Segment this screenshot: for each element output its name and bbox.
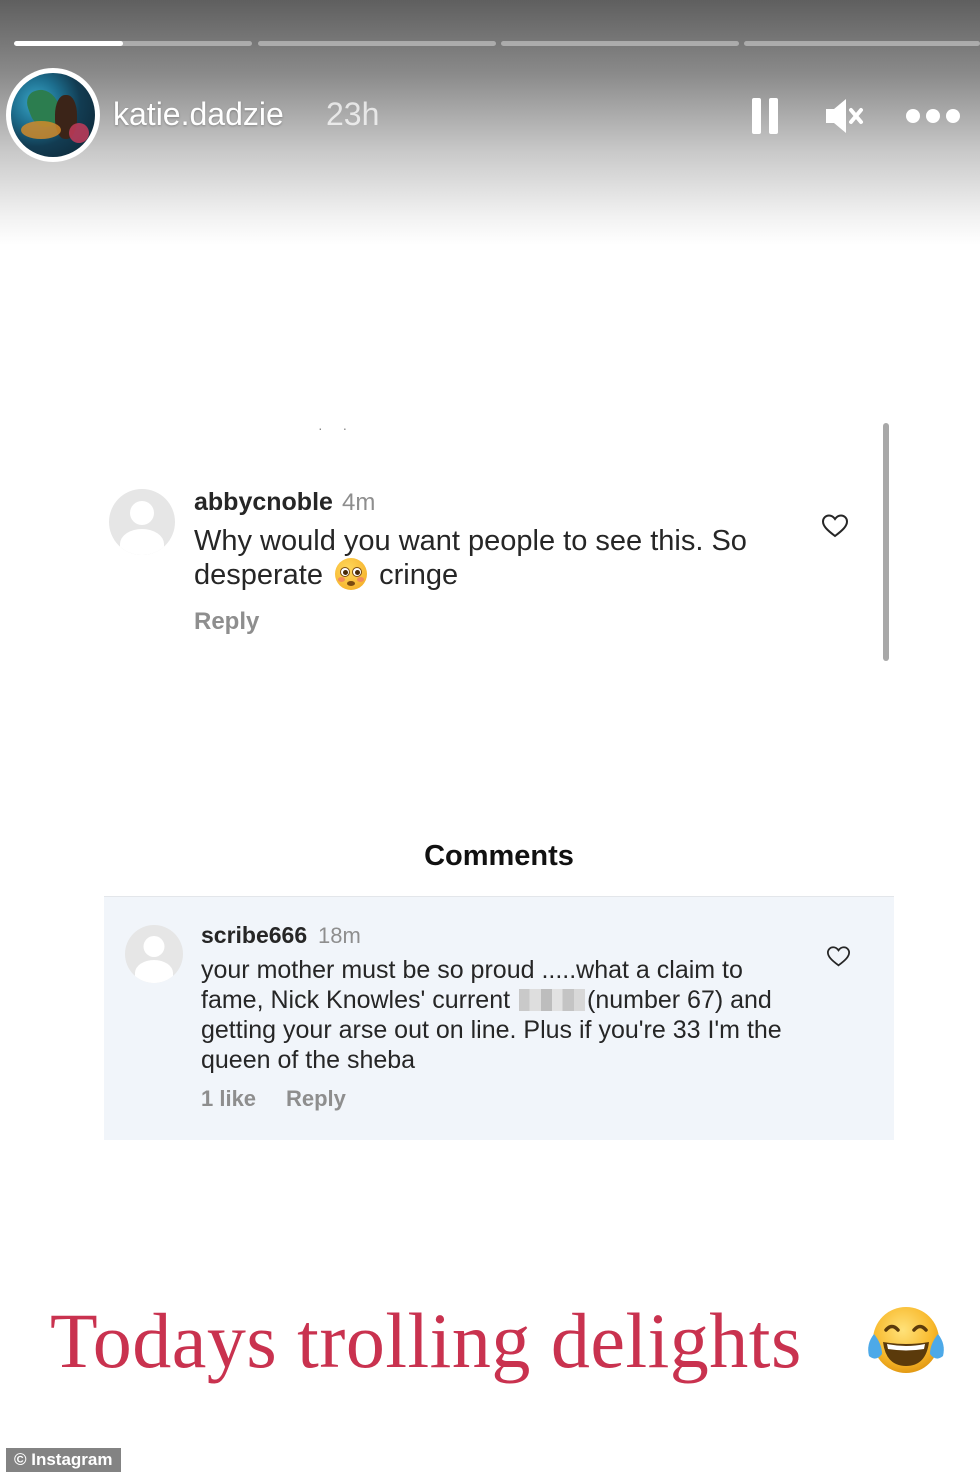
scrollbar[interactable] <box>883 423 889 661</box>
censored-word <box>519 989 585 1011</box>
flushed-face-emoji <box>335 558 368 590</box>
likes-count[interactable]: 1 like <box>201 1086 256 1112</box>
comment-username[interactable]: abbycnoble <box>194 488 333 517</box>
comment-text-part: cringe <box>371 559 459 591</box>
story-progress-segment <box>744 41 980 46</box>
heart-outline-icon[interactable] <box>821 513 849 539</box>
comment-text: Why would you want people to see this. S… <box>194 524 794 592</box>
reply-button[interactable]: Reply <box>194 608 259 636</box>
story-timestamp: 23h <box>326 96 380 132</box>
face-with-tears-of-joy-emoji <box>868 1307 944 1373</box>
comment-text: your mother must be so proud .....what a… <box>201 955 811 1075</box>
comments-title: Comments <box>424 840 574 872</box>
avatar[interactable] <box>109 489 175 555</box>
cropped-text-fragment: · · <box>318 420 356 436</box>
avatar-image <box>11 73 95 157</box>
story-progress-segment <box>258 41 496 46</box>
story-progress-segment <box>14 41 252 46</box>
story-progress-segment <box>501 41 739 46</box>
story-progress-bar <box>14 41 980 47</box>
comment-username[interactable]: scribe666 <box>201 922 307 949</box>
heart-outline-icon[interactable] <box>826 945 851 968</box>
comment-timestamp: 4m <box>342 489 376 516</box>
comment-row: scribe666 18m your mother must be so pro… <box>104 897 894 1140</box>
story-username[interactable]: katie.dadzie <box>113 96 284 133</box>
comment-text-part: Why would you want people to see this. S… <box>194 525 747 591</box>
story-avatar[interactable] <box>6 68 100 162</box>
story-caption-text: Todays trolling delights <box>50 1297 802 1384</box>
instagram-watermark: © Instagram <box>6 1448 121 1472</box>
comment-timestamp: 18m <box>318 923 361 948</box>
pause-icon[interactable] <box>749 94 781 138</box>
speaker-muted-icon[interactable] <box>822 94 866 138</box>
reply-button[interactable]: Reply <box>286 1086 346 1112</box>
more-horizontal-icon[interactable] <box>904 94 962 138</box>
story-header: katie.dadzie 23h <box>0 0 980 245</box>
comments-panel: Comments scribe666 18m your mother must … <box>104 818 894 1140</box>
avatar[interactable] <box>125 925 183 983</box>
